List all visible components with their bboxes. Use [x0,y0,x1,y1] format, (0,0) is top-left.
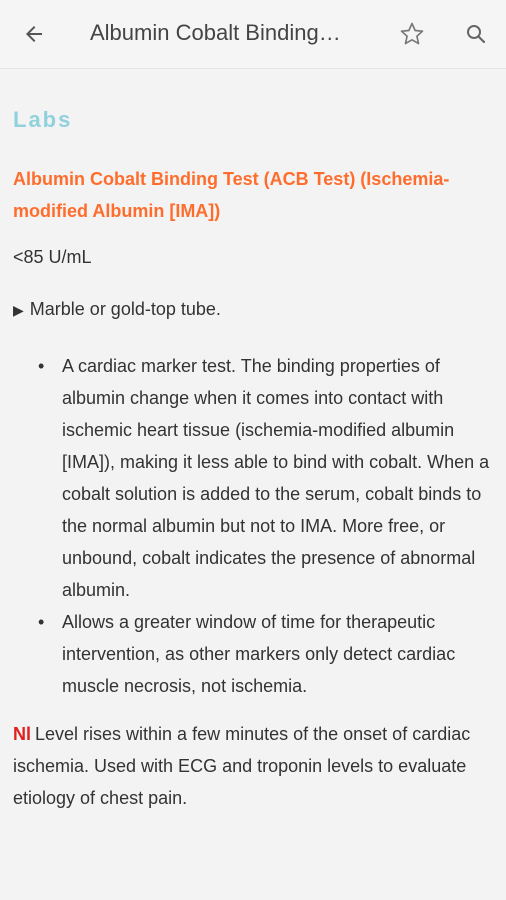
search-icon [467,25,486,44]
section-label: Labs [13,107,73,132]
star-outline-icon [400,22,424,45]
list-item: Allows a greater window of time for ther… [38,606,496,702]
tube-info: ▶ Marble or gold-top tube. [13,299,221,320]
app-bar: Albumin Cobalt Binding… [0,0,506,69]
clinical-note: Nl Level rises within a few minutes of th… [13,718,497,814]
back-button[interactable] [14,14,54,54]
normal-value: <85 U/mL [13,247,92,267]
description-list: A cardiac marker test. The binding prope… [38,350,496,702]
triangle-right-icon: ▶ [13,302,24,318]
content-area: Labs Albumin Cobalt Binding Test (ACB Te… [0,69,506,900]
search-button[interactable] [456,14,496,54]
list-item: A cardiac marker test. The binding prope… [38,350,496,606]
note-label: Nl [13,724,31,744]
tube-text: Marble or gold-top tube. [29,299,221,319]
test-title: Albumin Cobalt Binding Test (ACB Test) (… [13,169,450,221]
back-arrow-icon [26,26,42,42]
page-title: Albumin Cobalt Binding… [90,20,341,45]
favorite-button[interactable] [392,14,432,54]
note-text: Level rises within a few minutes of the … [13,724,471,808]
